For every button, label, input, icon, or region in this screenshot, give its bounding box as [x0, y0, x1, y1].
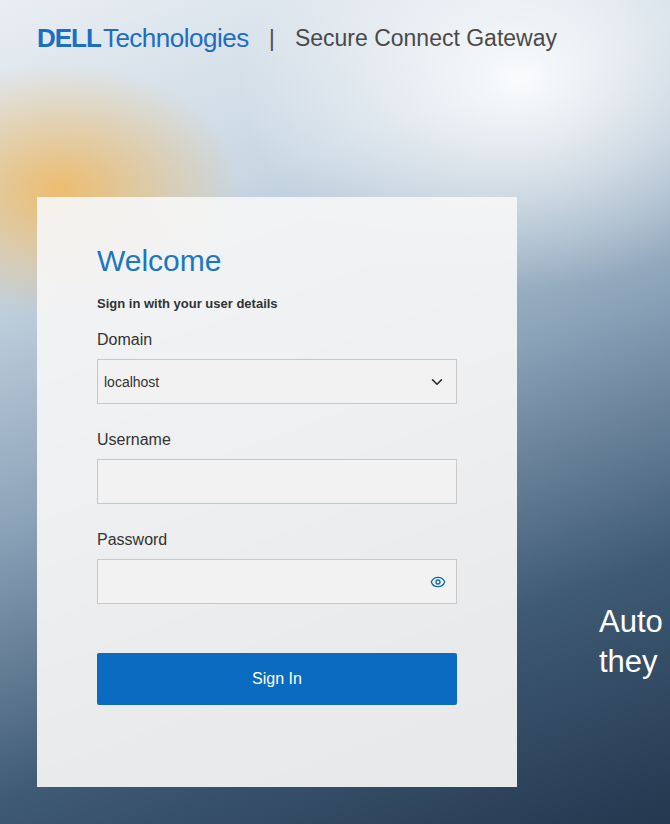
username-input[interactable]: [104, 462, 446, 502]
subtitle: Sign in with your user details: [97, 296, 457, 312]
domain-select[interactable]: localhost: [97, 359, 457, 404]
sign-in-button[interactable]: Sign In: [97, 653, 457, 705]
eye-icon[interactable]: [430, 574, 446, 590]
welcome-title: Welcome: [97, 243, 457, 279]
username-field: Username: [97, 430, 457, 504]
login-page: DELLTechnologies | Secure Connect Gateway W…: [0, 0, 670, 824]
password-input[interactable]: [104, 562, 422, 602]
domain-field: Domain localhost: [97, 330, 457, 404]
header-separator: |: [269, 22, 275, 54]
tagline-line: Auto: [599, 602, 663, 642]
login-card: Welcome Sign in with your user details Dom…: [37, 197, 517, 787]
input-box: [97, 459, 457, 504]
main: Welcome Sign in with your user details Dom…: [0, 197, 670, 787]
input-box: [97, 559, 457, 604]
product-name: Secure Connect Gateway: [295, 22, 557, 54]
dell-logo: DELL: [37, 22, 101, 54]
select-value: localhost: [104, 374, 420, 390]
chevron-down-icon[interactable]: [428, 373, 446, 391]
password-field: Password: [97, 530, 457, 604]
tagline-line: they: [599, 642, 663, 682]
field-label: Password: [97, 530, 457, 550]
header: DELLTechnologies | Secure Connect Gateway: [0, 0, 670, 54]
field-label: Domain: [97, 330, 457, 350]
brand-name: Technologies: [103, 22, 249, 54]
tagline: Autothey: [599, 602, 663, 682]
field-label: Username: [97, 430, 457, 450]
